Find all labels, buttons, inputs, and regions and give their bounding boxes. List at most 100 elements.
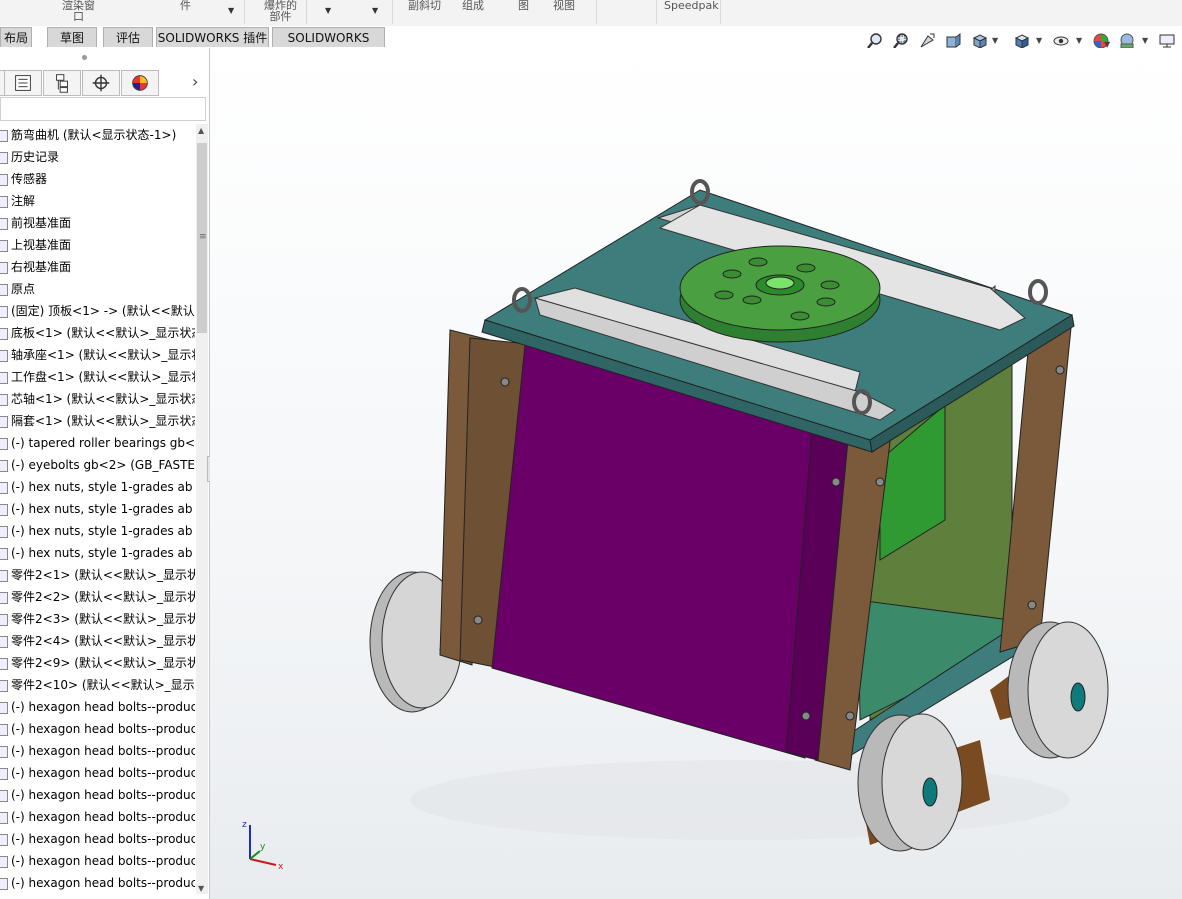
chevron-down-icon[interactable]: ▼ (1076, 36, 1082, 45)
tree-item-label: 零件2<10> (默认<<默认>_显示状 (11, 678, 195, 692)
tree-node-icon (0, 283, 8, 296)
tree-item-label: (-) hexagon head bolts--produc (11, 766, 195, 780)
tree-item[interactable]: 零件2<9> (默认<<默认>_显示状 (0, 652, 195, 674)
tree-item-label: (-) hexagon head bolts--produc (11, 788, 195, 802)
tree-item[interactable]: (-) hexagon head bolts--produc (0, 784, 195, 806)
scroll-grip: ≡ (199, 232, 207, 242)
tree-item[interactable]: (-) tapered roller bearings gb< (0, 432, 195, 454)
tree-item[interactable]: 右视基准面 (0, 256, 71, 278)
tree-item[interactable]: (-) hexagon head bolts--produc (0, 828, 195, 850)
tree-item-label: 工作盘<1> (默认<<默认>_显示状 (11, 370, 195, 384)
chevron-down-icon[interactable]: ▼ (992, 36, 998, 45)
tree-item-label: 传感器 (11, 172, 48, 186)
tree-node-icon (0, 569, 8, 582)
tab-sketch[interactable]: 草图 (47, 27, 97, 47)
scroll-up-arrow[interactable]: ▲ (198, 126, 204, 135)
tree-item[interactable]: (-) hexagon head bolts--produc (0, 872, 195, 894)
tree-item[interactable]: (-) hexagon head bolts--produc (0, 806, 195, 828)
tree-node-icon (0, 745, 8, 758)
tree-item[interactable]: 原点 (0, 278, 35, 300)
tree-item[interactable]: (固定) 顶板<1> -> (默认<<默认> (0, 300, 195, 322)
tree-node-icon (0, 789, 8, 802)
ribbon-label-view[interactable]: 视图 (553, 0, 575, 11)
ribbon-separator (244, 0, 245, 24)
ribbon-label-speedpak[interactable]: Speedpak (664, 0, 719, 11)
tree-item[interactable]: 零件2<3> (默认<<默认>_显示状 (0, 608, 195, 630)
tree-item-label: 筋弯曲机 (默认<显示状态-1>) (11, 128, 177, 142)
tree-item[interactable]: 零件2<4> (默认<<默认>_显示状 (0, 630, 195, 652)
tab-evaluate[interactable]: 评估 (103, 27, 153, 47)
wheel-front-right (857, 713, 990, 852)
tree-item[interactable]: (-) hexagon head bolts--produc (0, 696, 195, 718)
tree-item[interactable]: 零件2<1> (默认<<默认>_显示状 (0, 564, 195, 586)
configuration-manager-icon[interactable] (43, 70, 81, 96)
panel-tabs: › (0, 70, 210, 97)
tree-item[interactable]: (-) hex nuts, style 1-grades ab g (0, 520, 195, 542)
tree-item[interactable]: 底板<1> (默认<<默认>_显示状态 (0, 322, 195, 344)
chevron-down-icon[interactable]: ▼ (1036, 36, 1042, 45)
graphics-viewport[interactable]: z x y (210, 48, 1182, 899)
tab-solidworks-addins[interactable]: SOLIDWORKS 插件 (156, 27, 269, 47)
ribbon-label-part[interactable]: 件 (180, 0, 191, 11)
tree-node-icon (0, 833, 8, 846)
tree-item-label: 芯轴<1> (默认<<默认>_显示状态 (11, 392, 195, 406)
ribbon-separator (596, 0, 597, 24)
tree-item[interactable]: 零件2<10> (默认<<默认>_显示状 (0, 674, 195, 696)
tree-item[interactable]: (-) hexagon head bolts--produc (0, 850, 195, 872)
tree-item-label: 前视基准面 (11, 216, 72, 230)
tree-item-label: 底板<1> (默认<<默认>_显示状态 (11, 326, 195, 340)
tree-item[interactable]: 隔套<1> (默认<<默认>_显示状态 (0, 410, 195, 432)
display-manager-icon[interactable] (121, 70, 159, 96)
ribbon-label-compose[interactable]: 组成 (462, 0, 484, 11)
tree-item-label: 零件2<2> (默认<<默认>_显示状 (11, 590, 195, 604)
tree-item-label: 右视基准面 (11, 260, 72, 274)
chevron-down-icon[interactable]: ▼ (1142, 36, 1148, 45)
tree-node-icon (0, 239, 8, 252)
chevron-down-icon[interactable]: ▼ (325, 6, 331, 15)
ribbon-label-render-window[interactable]: 渲染窗口 (62, 0, 95, 22)
tree-filter-input[interactable] (0, 97, 206, 121)
tree-item[interactable]: 筋弯曲机 (默认<显示状态-1>) (0, 124, 176, 146)
work-plate (679, 245, 881, 343)
panel-expand-arrow[interactable]: › (192, 72, 198, 91)
ribbon-label-chamfer[interactable]: 副斜切 (408, 0, 441, 11)
panel-grip[interactable] (82, 55, 87, 60)
tree-item[interactable]: (-) hexagon head bolts--produc (0, 762, 195, 784)
tree-node-icon (0, 349, 8, 362)
chevron-down-icon[interactable]: ▼ (372, 6, 378, 15)
tree-item[interactable]: 芯轴<1> (默认<<默认>_显示状态 (0, 388, 195, 410)
tree-item[interactable]: 注解 (0, 190, 35, 212)
dimxpert-icon[interactable] (82, 70, 120, 96)
property-manager-icon[interactable] (4, 70, 42, 96)
tree-item[interactable]: (-) hex nuts, style 1-grades ab g (0, 542, 195, 564)
tree-node-icon (0, 591, 8, 604)
tree-item[interactable]: 前视基准面 (0, 212, 71, 234)
tree-item[interactable]: 零件2<2> (默认<<默认>_显示状 (0, 586, 195, 608)
scroll-down-arrow[interactable]: ▼ (198, 884, 204, 893)
tree-item[interactable]: (-) hexagon head bolts--produc (0, 718, 195, 740)
tree-item[interactable]: 轴承座<1> (默认<<默认>_显示状 (0, 344, 195, 366)
tree-item[interactable]: 上视基准面 (0, 234, 71, 256)
ribbon-label-exploded[interactable]: 爆炸的 部件 (264, 0, 297, 22)
chevron-down-icon[interactable]: ▼ (228, 6, 234, 15)
tree-node-icon (0, 525, 8, 538)
triad-y-label: y (260, 842, 266, 852)
assembly-model[interactable] (210, 48, 1182, 899)
tree-item[interactable]: (-) hex nuts, style 1-grades ab g (0, 476, 195, 498)
tree-item[interactable]: (-) hex nuts, style 1-grades ab g (0, 498, 195, 520)
tree-item[interactable]: (-) hexagon head bolts--produc (0, 740, 195, 762)
tab-solidworks-mbd[interactable]: SOLIDWORKS MBD (272, 27, 385, 65)
tree-node-icon (0, 151, 8, 164)
tree-item-label: (-) hexagon head bolts--produc (11, 744, 195, 758)
ribbon-label-drawing[interactable]: 图 (518, 0, 529, 11)
tree-node-icon (0, 855, 8, 868)
tree-item-label: (-) eyebolts gb<2> (GB_FASTEN (11, 458, 195, 472)
tab-layout[interactable]: 布局 (0, 27, 32, 47)
tree-item[interactable]: 工作盘<1> (默认<<默认>_显示状 (0, 366, 195, 388)
tree-item-label: (-) hex nuts, style 1-grades ab g (11, 502, 195, 516)
tree-node-icon (0, 173, 8, 186)
tree-item[interactable]: 传感器 (0, 168, 47, 190)
tree-node-icon (0, 701, 8, 714)
tree-item[interactable]: (-) eyebolts gb<2> (GB_FASTEN (0, 454, 195, 476)
tree-item[interactable]: 历史记录 (0, 146, 59, 168)
